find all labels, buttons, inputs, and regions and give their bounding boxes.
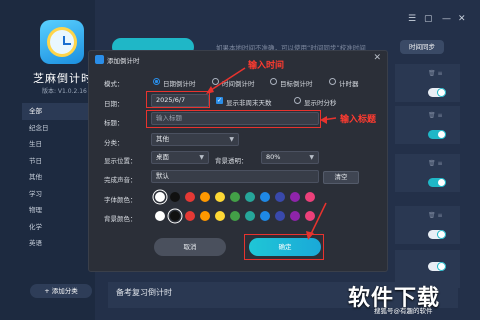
arrow-to-ok [309, 202, 327, 237]
arrow-head [206, 86, 214, 94]
arrow-head [320, 116, 327, 124]
arrow-to-date [207, 67, 246, 93]
annotation-arrows [206, 67, 337, 240]
watermark-source: 搜狐号@有趣的软件 [374, 307, 433, 315]
arrow-head [306, 231, 314, 240]
